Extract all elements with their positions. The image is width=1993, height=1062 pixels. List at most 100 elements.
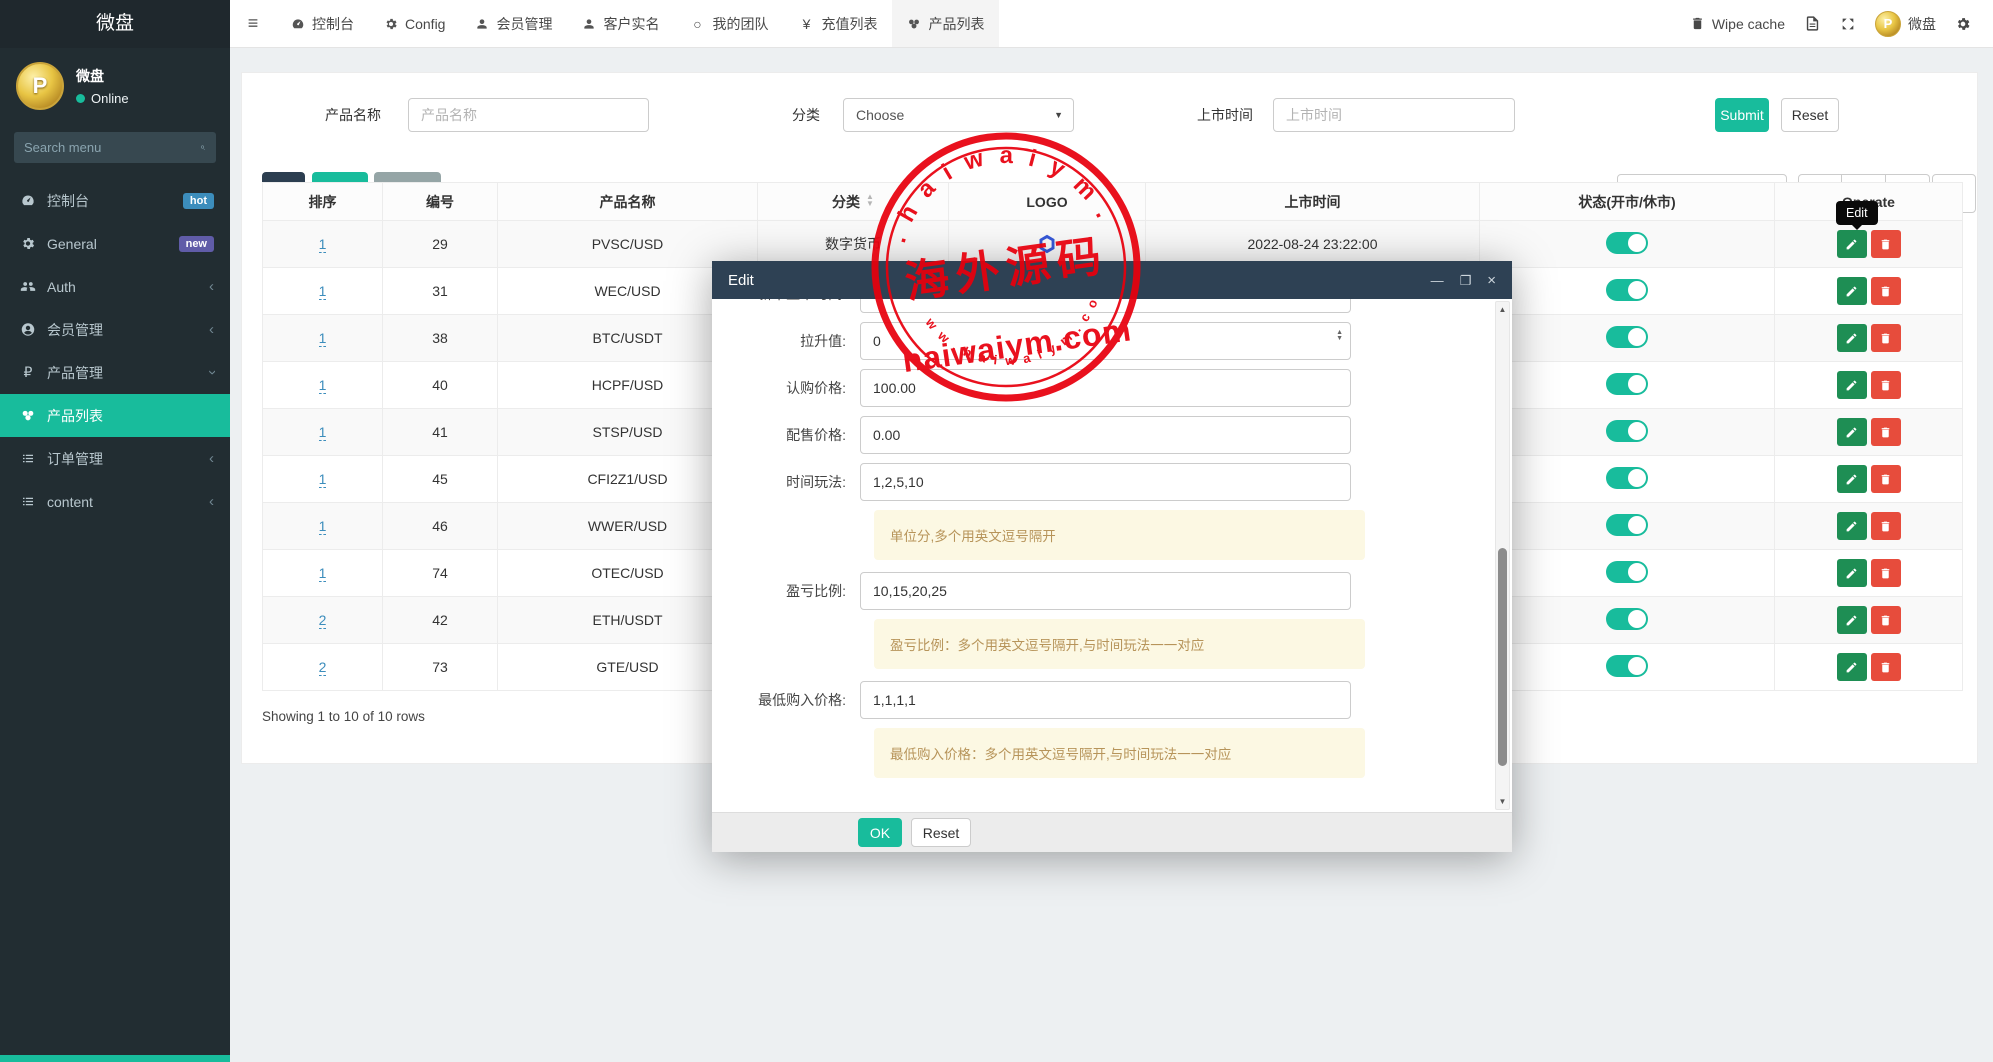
field-label: 最低购入价格:	[758, 692, 846, 708]
edit-button[interactable]	[1836, 606, 1867, 634]
edit-button[interactable]	[1836, 653, 1867, 681]
sidebar-item-7[interactable]: content ‹	[0, 480, 230, 523]
sort-link[interactable]: 2	[318, 659, 327, 676]
tab-5[interactable]: ¥ 充值列表	[783, 0, 892, 47]
tab-4[interactable]: ○ 我的团队	[674, 0, 783, 47]
edit-button[interactable]	[1836, 230, 1867, 258]
sort-link[interactable]: 2	[318, 612, 327, 629]
delete-button[interactable]	[1870, 512, 1901, 540]
column-header-3[interactable]: 分类 ▲ ▼	[757, 182, 949, 221]
tab-6[interactable]: 产品列表	[892, 0, 1000, 47]
modal-header[interactable]: Edit — ❐ ×	[712, 261, 1512, 299]
tab-2[interactable]: 会员管理	[460, 0, 567, 47]
delete-button[interactable]	[1870, 653, 1901, 681]
sort-link[interactable]: 1	[318, 236, 327, 253]
sort-link[interactable]: 1	[318, 424, 327, 441]
tab-0[interactable]: 控制台	[276, 0, 369, 47]
wipe-cache-button[interactable]: Wipe cache	[1690, 16, 1785, 32]
edit-button[interactable]	[1836, 465, 1867, 493]
edit-button[interactable]	[1836, 324, 1867, 352]
status-toggle[interactable]	[1606, 513, 1648, 536]
field-input-6[interactable]	[860, 681, 1351, 719]
field-input-4[interactable]	[860, 463, 1351, 501]
status-toggle[interactable]	[1606, 278, 1648, 301]
edit-button[interactable]	[1836, 418, 1867, 446]
sidebar-bottom-strip[interactable]	[0, 1055, 230, 1062]
sidebar-search-input[interactable]	[24, 140, 200, 155]
status-toggle[interactable]	[1606, 372, 1648, 395]
sidebar-item-4[interactable]: ₽ 产品管理 ‹	[0, 351, 230, 394]
edit-button[interactable]	[1836, 371, 1867, 399]
tab-3[interactable]: 客户实名	[567, 0, 674, 47]
sidebar-item-5[interactable]: 产品列表	[0, 394, 230, 437]
tab-label: 产品列表	[928, 15, 985, 32]
delete-button[interactable]	[1870, 465, 1901, 493]
field-input-5[interactable]	[860, 572, 1351, 610]
delete-button[interactable]	[1870, 230, 1901, 258]
sidebar-item-6[interactable]: 订单管理 ‹	[0, 437, 230, 480]
sidebar-item-0[interactable]: 控制台 hot	[0, 179, 230, 222]
status-toggle[interactable]	[1606, 419, 1648, 442]
edit-button[interactable]	[1836, 559, 1867, 587]
sidebar-search[interactable]	[14, 132, 216, 163]
language-doc-icon[interactable]	[1804, 15, 1821, 32]
delete-button[interactable]	[1870, 606, 1901, 634]
status-toggle[interactable]	[1606, 607, 1648, 630]
delete-button[interactable]	[1870, 324, 1901, 352]
sidebar-item-1[interactable]: General new	[0, 222, 230, 265]
ok-button[interactable]: OK	[858, 818, 902, 847]
sort-link[interactable]: 1	[318, 565, 327, 582]
status-toggle[interactable]	[1606, 325, 1648, 348]
sidebar-item-3[interactable]: 会员管理 ‹	[0, 308, 230, 351]
edit-button[interactable]	[1836, 277, 1867, 305]
sort-link[interactable]: 1	[318, 377, 327, 394]
delete-button[interactable]	[1870, 418, 1901, 446]
delete-button[interactable]	[1870, 277, 1901, 305]
status-toggle[interactable]	[1606, 560, 1648, 583]
delete-button[interactable]	[1870, 371, 1901, 399]
circle-icon: ○	[693, 15, 702, 32]
field-input-2[interactable]	[860, 369, 1351, 407]
modal-reset-button[interactable]: Reset	[911, 818, 971, 847]
list-time-input[interactable]	[1273, 98, 1515, 132]
sort-link[interactable]: 1	[318, 518, 327, 535]
category-select[interactable]: Choose ▼	[843, 98, 1074, 132]
submit-button[interactable]: Submit	[1715, 98, 1769, 132]
scroll-down-icon[interactable]: ▼	[1496, 797, 1509, 806]
user-status: Online	[76, 91, 129, 106]
settings-gears-icon[interactable]	[1955, 16, 1971, 32]
field-input-1[interactable]	[860, 322, 1351, 360]
modal-scrollbar[interactable]: ▲ ▼	[1495, 301, 1510, 810]
user-menu[interactable]: P 微盘	[1875, 10, 1936, 37]
status-toggle[interactable]	[1606, 231, 1648, 254]
field-input-0[interactable]	[860, 299, 1351, 313]
maximize-icon[interactable]: ❐	[1460, 274, 1472, 287]
coins-icon	[907, 17, 921, 31]
status-toggle[interactable]	[1606, 654, 1648, 677]
product-name-input[interactable]	[408, 98, 649, 132]
fullscreen-icon[interactable]	[1840, 16, 1856, 32]
close-icon[interactable]: ×	[1487, 273, 1496, 288]
sidebar-item-2[interactable]: Auth ‹	[0, 265, 230, 308]
number-spinner[interactable]: ▲ ▼	[1336, 329, 1343, 342]
user-name: 微盘	[76, 68, 104, 84]
delete-button[interactable]	[1870, 559, 1901, 587]
reset-button[interactable]: Reset	[1781, 98, 1839, 132]
edit-button[interactable]	[1836, 512, 1867, 540]
minimize-icon[interactable]: —	[1431, 274, 1444, 287]
online-dot	[76, 94, 85, 103]
coins-icon	[20, 408, 36, 423]
scroll-up-icon[interactable]: ▲	[1496, 305, 1509, 314]
scrollbar-thumb[interactable]	[1498, 548, 1507, 766]
sort-link[interactable]: 1	[318, 283, 327, 300]
sort-link[interactable]: 1	[318, 330, 327, 347]
sidebar-item-label: 订单管理	[47, 450, 103, 467]
status-toggle[interactable]	[1606, 466, 1648, 489]
hamburger-icon[interactable]: ≡	[230, 0, 276, 47]
product-name-label: 产品名称	[325, 107, 381, 123]
sidebar: 微盘 P 微盘 Online 控制台hotGeneralnewAuth‹会员管理…	[0, 0, 230, 1062]
sort-link[interactable]: 1	[318, 471, 327, 488]
tab-1[interactable]: Config	[369, 0, 460, 47]
table-summary: Showing 1 to 10 of 10 rows	[262, 709, 425, 724]
field-input-3[interactable]	[860, 416, 1351, 454]
